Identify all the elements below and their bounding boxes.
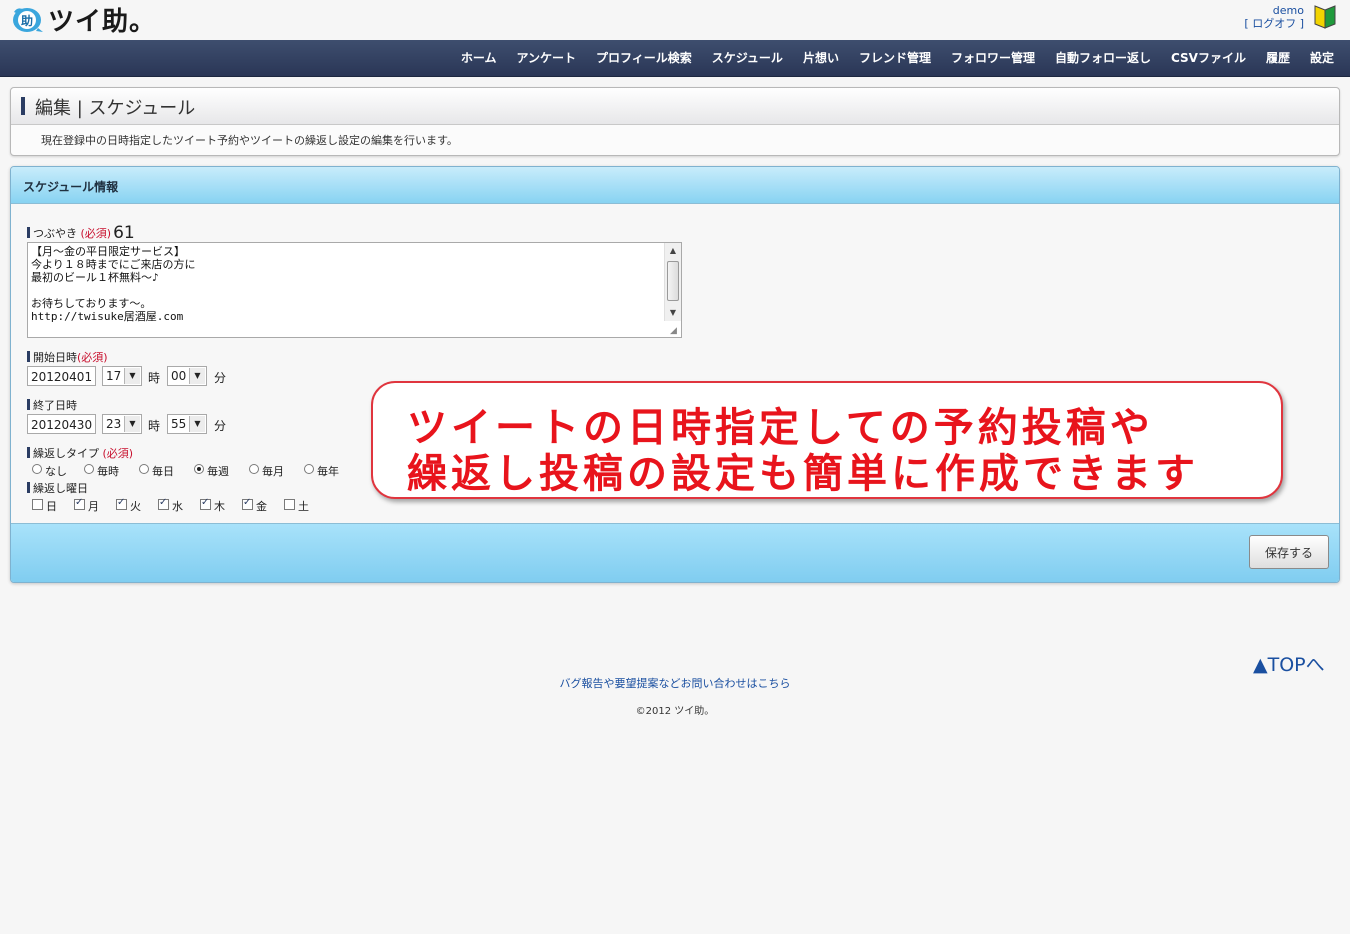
checkbox-wed-label: 水 xyxy=(172,500,183,513)
scroll-thumb[interactable] xyxy=(667,261,679,301)
nav-one-way[interactable]: 片想い xyxy=(793,40,849,76)
page-description: 現在登録中の日時指定したツイート予約やツイートの繰返し設定の編集を行います。 xyxy=(41,134,458,147)
nav-csv-file[interactable]: CSVファイル xyxy=(1161,40,1256,76)
repeat-type-label: 繰返しタイプ (必須) xyxy=(27,445,133,461)
start-hour-select[interactable]: 17 ▼ xyxy=(102,366,142,386)
nav-survey[interactable]: アンケート xyxy=(506,40,586,76)
tweet-textarea[interactable]: 【月～金の平日限定サービス】 今より１８時までにご来店の方に 最初のビール１杯無… xyxy=(27,242,682,338)
checkbox-fri-label: 金 xyxy=(256,500,267,513)
nav-home[interactable]: ホーム xyxy=(451,40,507,76)
user-box: demo [ ログオフ ] xyxy=(1244,4,1304,30)
schedule-panel-header: スケジュール情報 xyxy=(11,167,1339,204)
copyright: ©2012 ツイ助。 xyxy=(635,706,715,717)
contact-link: バグ報告や要望提案などお問い合わせはこちら xyxy=(0,675,1350,691)
checkbox-sat[interactable] xyxy=(284,499,295,510)
minute-unit: 分 xyxy=(214,371,227,385)
checkbox-sun[interactable] xyxy=(32,499,43,510)
checkbox-sat-label: 土 xyxy=(298,500,309,513)
checkbox-mon-label: 月 xyxy=(88,500,99,513)
hour-unit: 時 xyxy=(148,371,161,385)
edit-panel-header: 編集 | スケジュール xyxy=(11,88,1339,125)
hour-unit: 時 xyxy=(148,419,161,433)
checkbox-thu[interactable] xyxy=(200,497,211,510)
contact-link-text[interactable]: バグ報告や要望提案などお問い合わせはこちら xyxy=(560,677,791,690)
radio-hourly[interactable] xyxy=(84,464,94,474)
required-mark: (必須) xyxy=(80,227,112,240)
beginner-mark-icon xyxy=(1314,5,1336,29)
minute-unit: 分 xyxy=(214,419,227,433)
back-to-top-link[interactable]: ▲TOPへ xyxy=(1253,650,1325,677)
resize-handle-icon[interactable]: ◢ xyxy=(670,326,680,336)
repeat-days-label: 繰返し曜日 xyxy=(27,480,88,496)
checkbox-fri[interactable] xyxy=(242,497,253,510)
schedule-panel-title: スケジュール情報 xyxy=(23,180,119,194)
chevron-down-icon: ▼ xyxy=(124,416,140,432)
checkbox-thu-label: 木 xyxy=(214,500,225,513)
schedule-panel: スケジュール情報 つぶやき (必須) 61 【月～金の平日限定サービス】 今より１… xyxy=(10,166,1340,583)
char-count: 61 xyxy=(113,223,135,243)
nav-follower-manage[interactable]: フォロワー管理 xyxy=(941,40,1045,76)
radio-hourly-label: 毎時 xyxy=(97,465,119,478)
page-title: 編集 | スケジュール xyxy=(35,98,196,119)
end-minute-select[interactable]: 55 ▼ xyxy=(167,414,207,434)
schedule-panel-footer: 保存する xyxy=(11,523,1339,582)
scroll-down-icon[interactable]: ▼ xyxy=(665,305,681,321)
nav-auto-follow-back[interactable]: 自動フォロー返し xyxy=(1045,40,1161,76)
radio-daily[interactable] xyxy=(139,464,149,474)
radio-none[interactable] xyxy=(32,464,42,474)
nav-history[interactable]: 履歴 xyxy=(1256,40,1300,76)
start-date-input[interactable]: 20120401 xyxy=(27,366,96,386)
nav-profile-search[interactable]: プロフィール検索 xyxy=(586,40,702,76)
feature-callout: ツイートの日時指定しての予約投稿や 繰返し投稿の設定も簡単に作成できます xyxy=(371,381,1283,499)
checkbox-tue[interactable] xyxy=(116,497,127,510)
scroll-up-icon[interactable]: ▲ xyxy=(665,243,681,259)
radio-none-label: なし xyxy=(45,465,67,478)
chevron-down-icon: ▼ xyxy=(189,416,205,432)
radio-yearly[interactable] xyxy=(304,464,314,474)
logoff-link[interactable]: [ ログオフ ] xyxy=(1244,17,1304,30)
save-button[interactable]: 保存する xyxy=(1249,535,1329,569)
radio-weekly-label: 毎週 xyxy=(207,465,229,478)
title-bar-mark xyxy=(21,97,25,115)
start-minute-select[interactable]: 00 ▼ xyxy=(167,366,207,386)
tweet-scrollbar[interactable]: ▲ ▼ xyxy=(664,243,681,321)
radio-monthly[interactable] xyxy=(249,464,259,474)
logo[interactable]: 助 ツイ助。 xyxy=(10,3,157,37)
checkbox-tue-label: 火 xyxy=(130,500,141,513)
end-date-input[interactable]: 20120430 xyxy=(27,414,96,434)
chevron-down-icon: ▼ xyxy=(124,368,140,384)
bird-logo-icon: 助 xyxy=(13,8,43,32)
nav-settings[interactable]: 設定 xyxy=(1300,40,1344,76)
radio-monthly-label: 毎月 xyxy=(262,465,284,478)
nav-friend-manage[interactable]: フレンド管理 xyxy=(849,40,941,76)
edit-panel: 編集 | スケジュール 現在登録中の日時指定したツイート予約やツイートの繰返し設… xyxy=(10,87,1340,156)
checkbox-sun-label: 日 xyxy=(46,500,57,513)
tweet-label: つぶやき (必須) 61 xyxy=(27,223,135,243)
nav-schedule[interactable]: スケジュール xyxy=(702,40,793,76)
main-nav: ホーム アンケート プロフィール検索 スケジュール 片想い フレンド管理 フォロ… xyxy=(0,40,1350,77)
checkbox-wed[interactable] xyxy=(158,497,169,510)
radio-daily-label: 毎日 xyxy=(152,465,174,478)
svg-text:助: 助 xyxy=(21,13,33,28)
tweet-text: 【月～金の平日限定サービス】 今より１８時までにご来店の方に 最初のビール１杯無… xyxy=(31,245,196,323)
username: demo xyxy=(1272,4,1304,17)
start-datetime-label: 開始日時(必須) xyxy=(27,349,108,365)
end-datetime-label: 終了日時 xyxy=(27,397,77,413)
radio-yearly-label: 毎年 xyxy=(317,465,339,478)
radio-weekly[interactable] xyxy=(194,464,204,474)
callout-line-2: 繰返し投稿の設定も簡単に作成できます xyxy=(407,451,1199,497)
top-header: 助 ツイ助。 demo [ ログオフ ] xyxy=(0,0,1350,40)
checkbox-mon[interactable] xyxy=(74,497,85,510)
logo-text: ツイ助。 xyxy=(48,6,157,37)
chevron-down-icon: ▼ xyxy=(189,368,205,384)
end-hour-select[interactable]: 23 ▼ xyxy=(102,414,142,434)
